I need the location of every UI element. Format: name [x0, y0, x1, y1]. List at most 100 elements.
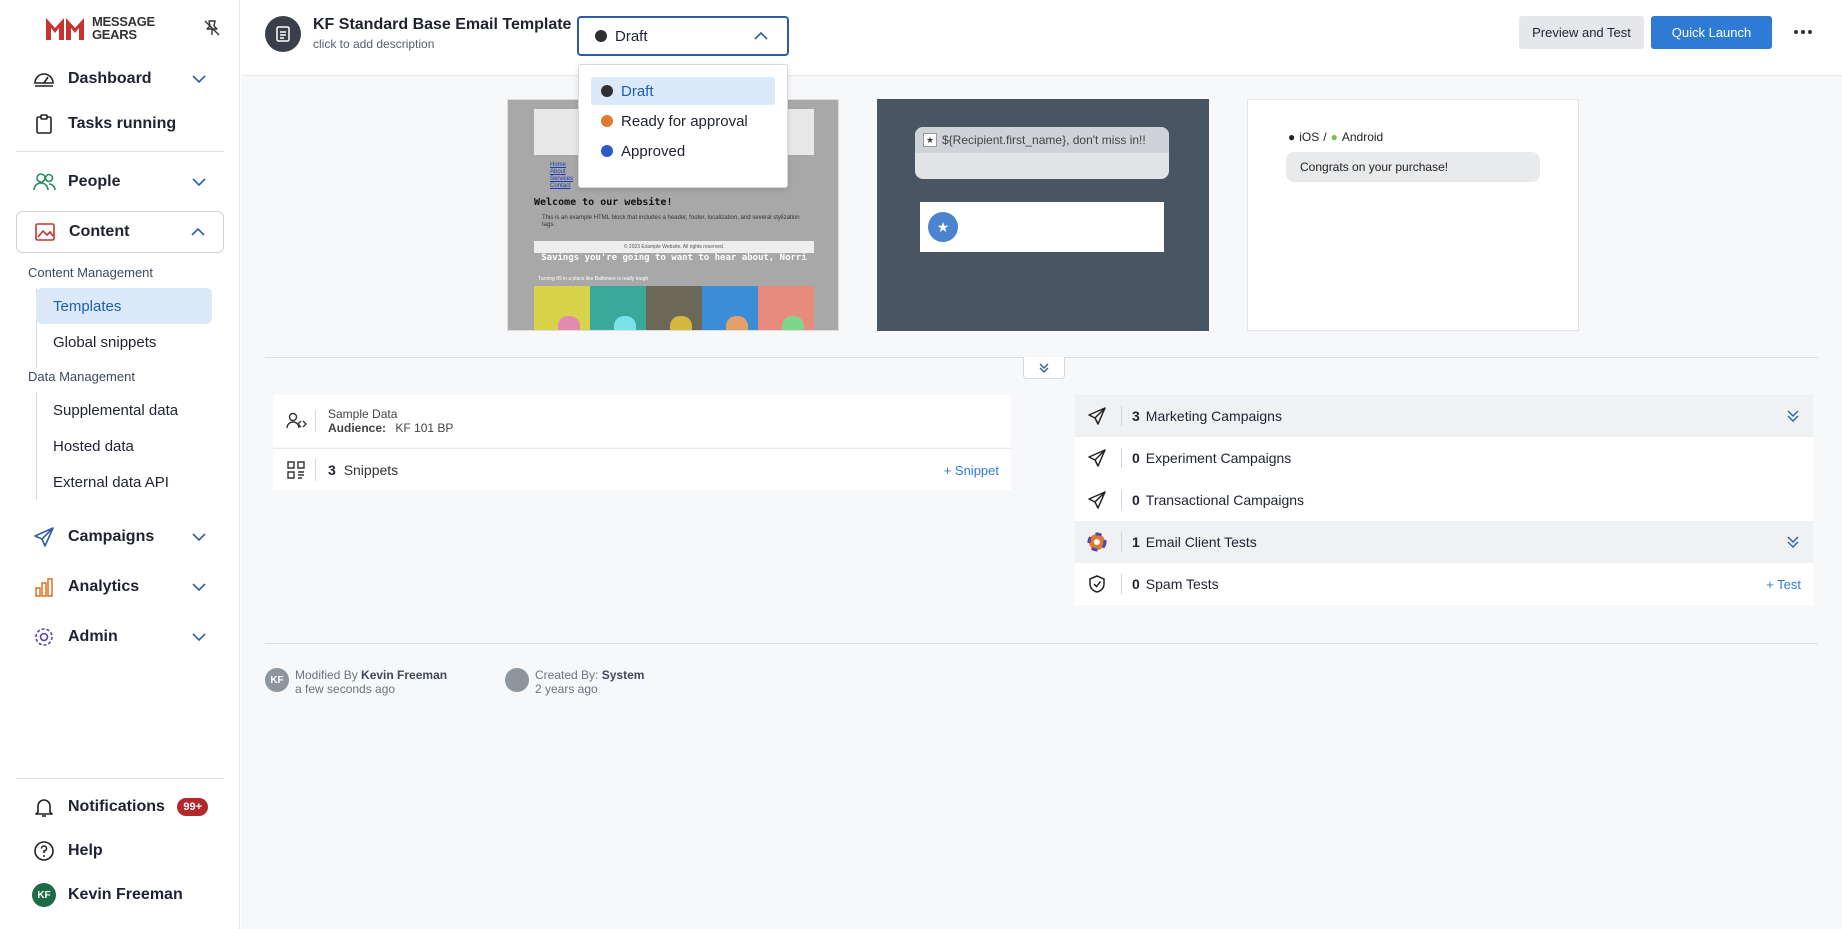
marketing-campaigns-row[interactable]: 3 Marketing Campaigns [1075, 395, 1813, 437]
email-preview-tile [534, 286, 590, 330]
help-icon [32, 839, 56, 863]
quick-launch-button[interactable]: Quick Launch [1651, 16, 1772, 49]
nav-notifications[interactable]: Notifications 99+ [16, 786, 224, 828]
audience-row: Audience: KF 101 BP [328, 421, 453, 435]
subnav-external-data-api[interactable]: External data API [36, 464, 212, 500]
campaign-label: Transactional Campaigns [1145, 492, 1305, 508]
status-option-label: Approved [621, 142, 686, 160]
template-header: KF Standard Base Email Template click to… [241, 0, 1842, 76]
more-options-icon[interactable] [1791, 22, 1815, 42]
row-separator [1121, 574, 1122, 594]
created-by-meta: Created By: System 2 years ago [505, 668, 644, 696]
unpin-icon[interactable] [202, 18, 222, 38]
nav-dashboard[interactable]: Dashboard [16, 58, 224, 100]
sms-platform-ios: iOS [1299, 130, 1320, 144]
nav-notifications-label: Notifications [68, 798, 165, 815]
android-icon: ● [1330, 130, 1338, 144]
email-preview-tile [758, 286, 814, 330]
bar-chart-icon [32, 575, 56, 599]
spam-tests-row[interactable]: 0 Spam Tests + Test [1075, 563, 1813, 605]
sms-platform-label: ● iOS / ● Android [1288, 130, 1383, 144]
nav-content[interactable]: Content [16, 211, 224, 253]
email-link-about: About [550, 169, 566, 175]
email-link-services: Services [550, 176, 574, 182]
logo-text-gears: GEARS [92, 27, 137, 42]
email-link-home: Home [550, 162, 567, 168]
audience-value[interactable]: KF 101 BP [395, 421, 453, 435]
row-separator [315, 410, 316, 432]
collapse-previews-toggle[interactable] [1023, 357, 1065, 379]
page-title[interactable]: KF Standard Base Email Template [313, 16, 571, 34]
row-separator [1121, 406, 1122, 426]
paper-plane-icon [1088, 407, 1106, 425]
double-chevron-down-icon[interactable] [1785, 408, 1801, 424]
add-snippet-link[interactable]: + Snippet [944, 463, 999, 478]
nav-help[interactable]: Help [16, 830, 224, 872]
sample-data-label: Sample Data [328, 407, 398, 421]
nav-content-label: Content [69, 223, 130, 240]
campaign-count: 0 [1132, 576, 1140, 592]
chevron-down-icon [192, 533, 206, 542]
email-preview-small-text: Turning 99 in a place like Baltimore is … [538, 276, 649, 282]
modified-prefix: Modified By [295, 668, 358, 682]
status-option-label: Ready for approval [621, 112, 748, 130]
nav-people[interactable]: People [16, 161, 224, 203]
status-dropdown-menu: Draft Ready for approval Approved [578, 64, 788, 188]
paper-plane-icon [32, 525, 56, 549]
data-management-label: Data Management [28, 369, 135, 384]
document-icon [265, 16, 301, 52]
snippets-summary: 3 Snippets [328, 462, 398, 478]
sms-platform-android: Android [1341, 130, 1384, 144]
row-separator [1121, 490, 1122, 510]
subnav-supplemental-data[interactable]: Supplemental data [36, 392, 212, 428]
email-preview-footer: © 2023 Example Website. All rights reser… [534, 241, 814, 253]
user-code-icon [286, 412, 307, 429]
nav-analytics[interactable]: Analytics [16, 566, 224, 608]
email-preview-body: This is an example HTML block that inclu… [542, 215, 800, 228]
nav-campaigns-label: Campaigns [68, 528, 155, 545]
nav-admin[interactable]: Admin [16, 616, 224, 658]
nav-people-label: People [68, 173, 121, 190]
email-preview-heading: Welcome to our website! [534, 197, 673, 208]
push-preview-thumbnail[interactable]: ★ ${Recipient.first_name}, don't miss in… [877, 99, 1209, 331]
created-prefix: Created By: [535, 668, 599, 682]
subnav-hosted-data[interactable]: Hosted data [36, 428, 212, 464]
shield-check-icon [1089, 575, 1105, 593]
sms-preview-thumbnail[interactable]: ● iOS / ● Android Congrats on your purch… [1247, 99, 1579, 331]
messagegears-logo[interactable]: MESSAGE GEARS [44, 14, 155, 42]
status-option-ready-for-approval[interactable]: Ready for approval [591, 107, 775, 135]
user-avatar-wrap: KF [32, 883, 56, 907]
avatar: KF [265, 668, 289, 692]
push-notification-text: ${Recipient.first_name}, don't miss in!! [942, 133, 1146, 147]
row-separator [1121, 532, 1122, 552]
experiment-campaigns-row[interactable]: 0 Experiment Campaigns [1075, 437, 1813, 479]
status-select[interactable]: Draft [577, 16, 789, 56]
push-notification-card: ★ ${Recipient.first_name}, don't miss in… [915, 127, 1169, 179]
preview-and-test-button[interactable]: Preview and Test [1519, 16, 1644, 49]
nav-campaigns[interactable]: Campaigns [16, 516, 224, 558]
star-icon: ★ [923, 133, 937, 147]
avatar: KF [32, 883, 56, 907]
email-client-tests-row[interactable]: 1 Email Client Tests [1075, 521, 1813, 563]
subnav-global-snippets[interactable]: Global snippets [36, 324, 212, 360]
transactional-campaigns-row[interactable]: 0 Transactional Campaigns [1075, 479, 1813, 521]
snippets-label: Snippets [343, 462, 399, 478]
snippets-card[interactable]: 3 Snippets + Snippet [273, 448, 1011, 490]
status-option-approved[interactable]: Approved [591, 137, 775, 165]
status-option-draft[interactable]: Draft [591, 77, 775, 105]
description-placeholder[interactable]: click to add description [313, 37, 434, 51]
sidebar-divider [16, 151, 224, 152]
row-separator [315, 459, 316, 481]
email-preview-tile [702, 286, 758, 330]
nav-user-profile[interactable]: KF Kevin Freeman [16, 874, 224, 916]
sample-data-card[interactable]: Sample Data Audience: KF 101 BP [273, 395, 1011, 447]
add-test-link[interactable]: + Test [1766, 577, 1801, 592]
snippet-icon [287, 461, 305, 479]
modified-by-meta: KF Modified By Kevin Freeman a few secon… [265, 668, 447, 696]
subnav-templates[interactable]: Templates [36, 288, 212, 324]
people-icon [32, 170, 56, 194]
double-chevron-down-icon[interactable] [1785, 534, 1801, 550]
nav-tasks-running[interactable]: Tasks running [16, 103, 224, 145]
star-badge-icon: ★ [928, 212, 958, 242]
status-option-label: Draft [621, 82, 654, 100]
